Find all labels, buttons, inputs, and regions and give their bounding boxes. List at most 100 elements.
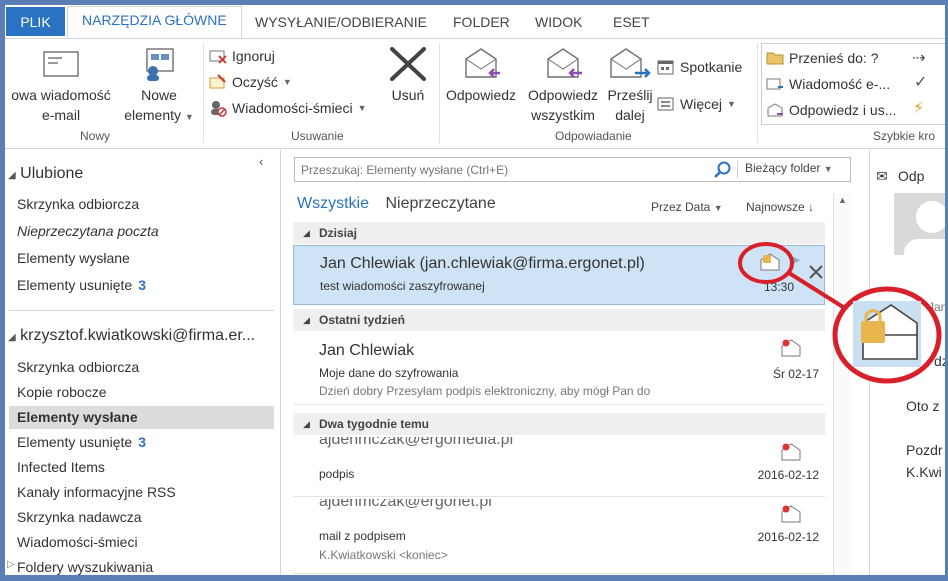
tab-home[interactable]: NARZĘDZIA GŁÓWNE: [67, 6, 242, 40]
more-respond-button[interactable]: Więcej ▼: [657, 94, 736, 114]
reading-body-line-3: Pozdr: [906, 442, 943, 458]
quick-step-move[interactable]: Przenieś do: ?: [766, 48, 879, 68]
new-email-button[interactable]: owa wiadomość e-mail: [5, 47, 117, 125]
ribbon: owa wiadomość e-mail Nowe elementy ▼ Now…: [5, 39, 945, 149]
folder-pane: ‹ ◢ Ulubione Skrzynka odbiorcza Nieprzec…: [5, 150, 281, 575]
reply-label: Odpowiedz: [445, 87, 517, 103]
flag-icon[interactable]: ▸: [791, 249, 800, 270]
fav-sent[interactable]: Elementy wysłane: [17, 250, 130, 266]
junk-icon: [211, 101, 227, 117]
forward-button[interactable]: Prześlij dalej: [603, 47, 657, 125]
arrow-down-icon: ↓: [808, 200, 815, 214]
forward-label-2: dalej: [615, 107, 645, 123]
tab-file[interactable]: PLIK: [6, 7, 65, 36]
new-email-label-1: owa wiadomość: [11, 87, 111, 103]
delete-button[interactable]: Usuń: [383, 47, 433, 105]
tab-eset[interactable]: ESET: [613, 11, 650, 33]
chevron-down-icon: ▼: [184, 112, 194, 122]
folder-icon: [766, 52, 784, 65]
reply-all-button[interactable]: Odpowiedz wszystkim: [521, 47, 605, 125]
sort-by-dropdown[interactable]: Przez Data ▼: [651, 200, 723, 214]
reading-reply-button[interactable]: ✉ Odp: [876, 168, 924, 184]
message-row[interactable]: ajdehmczak@ergonet.pl mail z podpisem K.…: [293, 499, 825, 574]
meeting-button[interactable]: Spotkanie: [657, 57, 742, 77]
search-box: Bieżący folder ▼: [294, 157, 851, 182]
folder-search[interactable]: ▷ Foldery wyszukiwania: [7, 559, 154, 575]
message-row[interactable]: ajdehmczak@ergomedia.pl podpis 2016-02-1…: [293, 437, 825, 497]
ignore-button[interactable]: Ignoruj: [209, 46, 275, 66]
checkmark-icon: ✓: [914, 74, 928, 91]
signed-envelope-icon: [781, 443, 801, 461]
reading-body-line-4: K.Kwi: [906, 464, 942, 480]
folder-search-label: Foldery wyszukiwania: [17, 559, 154, 575]
message-subject: Moje dane do szyfrowania: [319, 366, 459, 380]
group-last-week-label: Ostatni tydzień: [319, 313, 406, 327]
scroll-up-icon[interactable]: ▲: [838, 195, 847, 205]
fav-inbox[interactable]: Skrzynka odbiorcza: [17, 196, 139, 212]
message-subject: test wiadomości zaszyfrowanej: [320, 279, 485, 293]
search-icon[interactable]: [714, 161, 732, 179]
quick-step-move-label: Przenieś do: ?: [789, 50, 879, 66]
chevron-down-icon: ▼: [357, 103, 367, 113]
message-row[interactable]: Jan Chlewiak Moje dane do szyfrowania Dz…: [293, 333, 825, 405]
reply-button[interactable]: Odpowiedz: [441, 47, 521, 105]
account-header[interactable]: ◢ krzysztof.kwiatkowski@firma.er...: [8, 327, 255, 345]
tab-send-receive[interactable]: WYSYŁANIE/ODBIERANIE: [255, 11, 427, 33]
collapse-pane-icon[interactable]: ‹: [259, 154, 263, 169]
new-items-icon: [146, 48, 174, 81]
group-today-label: Dzisiaj: [319, 226, 358, 240]
message-subject: podpis: [319, 467, 355, 481]
group-header-two-weeks[interactable]: ◢ Dwa tygodnie temu: [293, 413, 825, 435]
clean-up-label: Oczyść: [232, 74, 278, 90]
tab-view[interactable]: WIDOK: [535, 11, 582, 33]
fav-unread[interactable]: Nieprzeczytana poczta: [17, 223, 159, 239]
group-header-today[interactable]: ◢ Dzisiaj: [293, 222, 825, 244]
filter-unread[interactable]: Nieprzeczytane: [385, 195, 495, 212]
message-sender: ajdehmczak@ergonet.pl: [319, 499, 492, 510]
message-row-selected[interactable]: Jan Chlewiak (jan.chlewiak@firma.ergonet…: [293, 245, 825, 305]
unread-count-badge: 3: [138, 277, 146, 293]
folder-sent[interactable]: Elementy wysłane: [17, 409, 138, 425]
tab-folder[interactable]: FOLDER: [453, 11, 510, 33]
clean-up-button[interactable]: Oczyść ▼: [209, 72, 292, 92]
quick-step-reply-label: Odpowiedz i us...: [789, 102, 897, 118]
ignore-label: Ignoruj: [232, 48, 275, 64]
quick-steps-gallery: Przenieś do: ? Wiadomość e-... Odpowiedz…: [761, 43, 945, 125]
folder-drafts[interactable]: Kopie robocze: [17, 384, 107, 400]
chevron-down-icon: ▼: [823, 164, 833, 174]
fav-deleted[interactable]: Elementy usunięte 3: [17, 277, 146, 293]
search-input[interactable]: [295, 158, 710, 181]
folder-junk[interactable]: Wiadomości-śmieci: [17, 534, 138, 550]
chevron-down-icon: ▼: [713, 203, 723, 213]
scrollbar[interactable]: ▲: [833, 193, 851, 575]
search-scope-label: Bieżący folder: [745, 161, 821, 175]
new-items-label-1: Nowe: [141, 87, 177, 103]
filter-all[interactable]: Wszystkie: [297, 195, 369, 212]
message-subject: mail z podpisem: [319, 529, 406, 543]
quick-step-reply-delete[interactable]: Odpowiedz i us...: [766, 100, 896, 120]
folder-infected[interactable]: Infected Items: [17, 459, 105, 475]
junk-button[interactable]: Wiadomości-śmieci ▼: [209, 98, 367, 118]
folder-inbox[interactable]: Skrzynka odbiorcza: [17, 359, 139, 375]
folder-deleted[interactable]: Elementy usunięte 3: [17, 434, 146, 450]
reply-icon: ✉: [876, 168, 888, 184]
ribbon-tabs: PLIK NARZĘDZIA GŁÓWNE WYSYŁANIE/ODBIERAN…: [5, 5, 945, 40]
group-label-delete: Usuwanie: [291, 129, 344, 143]
encrypted-envelope-icon[interactable]: [759, 252, 781, 272]
new-items-button[interactable]: Nowe elementy ▼: [119, 47, 199, 127]
reply-all-label-2: wszystkim: [531, 107, 595, 123]
reading-pane: ✉ Odp Jan dzie Oto z Pozdr K.Kwi: [869, 150, 948, 575]
folder-outbox[interactable]: Skrzynka nadawcza: [17, 509, 142, 525]
person-icon: [904, 201, 945, 255]
sort-order-toggle[interactable]: Najnowsze ↓: [746, 200, 814, 214]
group-header-last-week[interactable]: ◢ Ostatni tydzień: [293, 309, 825, 331]
delete-message-icon[interactable]: [808, 264, 824, 280]
folder-rss[interactable]: Kanały informacyjne RSS: [17, 484, 176, 500]
envelope-icon: [43, 51, 79, 77]
outlook-window: PLIK NARZĘDZIA GŁÓWNE WYSYŁANIE/ODBIERAN…: [0, 0, 948, 581]
search-scope-dropdown[interactable]: Bieżący folder ▼: [745, 161, 833, 175]
quick-step-email[interactable]: Wiadomość e-...: [766, 74, 890, 94]
group-two-weeks-label: Dwa tygodnie temu: [319, 417, 430, 431]
favorites-header[interactable]: ◢ Ulubione: [8, 165, 83, 183]
reading-body-line-1: dzie: [934, 353, 948, 369]
